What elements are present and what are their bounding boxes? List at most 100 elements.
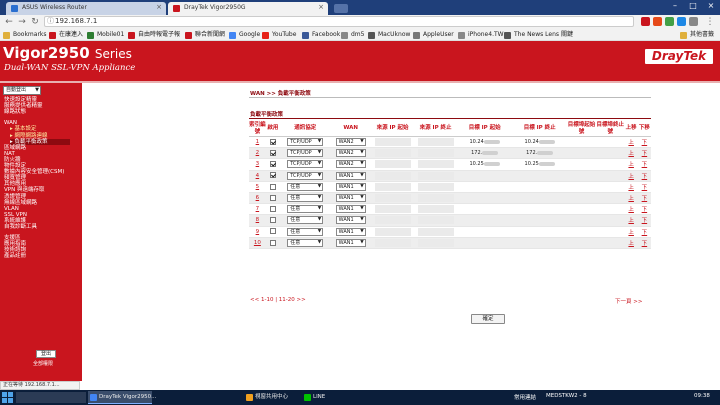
taskbar-task[interactable]: LINE [302, 391, 342, 404]
protocol-select[interactable]: 任意 ▼ [287, 194, 324, 203]
bookmark-item[interactable]: Bookmarks [3, 30, 47, 40]
enable-checkbox[interactable] [269, 194, 276, 201]
pager-links[interactable]: << 1-10 | 11-20 >> [250, 297, 306, 303]
bookmark-item[interactable]: YouTube [262, 30, 296, 40]
windows-start-icon[interactable] [2, 392, 13, 403]
protocol-select[interactable]: 任意 ▼ [287, 182, 324, 191]
enable-checkbox[interactable] [269, 217, 276, 224]
src-ip-end-field[interactable] [417, 238, 454, 247]
rule-index-link[interactable]: 2 [256, 150, 260, 156]
move-up-link[interactable]: 上 [628, 162, 634, 168]
move-up-link[interactable]: 上 [628, 140, 634, 146]
auto-logout-select[interactable]: 自動登出 ▼ [3, 86, 41, 95]
src-ip-end-field[interactable] [417, 138, 454, 147]
wan-select[interactable]: WAN1 ▼ [335, 238, 366, 247]
enable-checkbox[interactable] [269, 239, 276, 246]
bookmark-item[interactable]: iPhone4.TW [458, 30, 504, 40]
forward-arrow-icon[interactable]: → [16, 16, 28, 28]
extension-icon[interactable] [689, 17, 698, 26]
wan-select[interactable]: WAN1 ▼ [335, 227, 366, 236]
bookmark-item[interactable]: AppleUser [413, 30, 454, 40]
bookmark-item[interactable]: 自由時報電子報 [128, 30, 180, 40]
wan-select[interactable]: WAN2 ▼ [335, 149, 366, 158]
reload-icon[interactable]: ↻ [29, 16, 41, 28]
src-ip-start-field[interactable] [374, 238, 411, 247]
rule-index-link[interactable]: 3 [256, 161, 260, 167]
wan-select[interactable]: WAN2 ▼ [335, 138, 366, 147]
sidebar-menu-item[interactable]: 產品註冊 [4, 253, 26, 259]
wan-select[interactable]: WAN2 ▼ [335, 160, 366, 169]
rule-index-link[interactable]: 5 [256, 184, 260, 190]
src-ip-start-field[interactable] [374, 205, 411, 214]
bookmark-item[interactable]: dm5 [341, 30, 364, 40]
clock[interactable]: 09:38 [694, 393, 710, 399]
rule-index-link[interactable]: 9 [256, 229, 260, 235]
rule-index-link[interactable]: 8 [256, 217, 260, 223]
close-tab-icon[interactable]: × [318, 3, 324, 11]
close-tab-icon[interactable]: × [156, 3, 162, 11]
enable-checkbox[interactable] [269, 228, 276, 235]
src-ip-end-field[interactable] [417, 227, 454, 236]
src-ip-end-field[interactable] [417, 194, 454, 203]
protocol-select[interactable]: 任意 ▼ [287, 227, 324, 236]
protocol-select[interactable]: 任意 ▼ [287, 205, 324, 214]
maximize-icon[interactable]: □ [684, 0, 702, 12]
bookmark-item[interactable]: Facebook [302, 30, 340, 40]
wan-select[interactable]: WAN1 ▼ [335, 216, 366, 225]
extension-icon[interactable] [677, 17, 686, 26]
move-down-link[interactable]: 下 [642, 151, 648, 157]
move-up-link[interactable]: 上 [628, 196, 634, 202]
tray-item[interactable]: MEDSTKW2 - 8 [546, 393, 587, 399]
src-ip-start-field[interactable] [374, 182, 411, 191]
rule-index-link[interactable]: 4 [256, 173, 260, 179]
move-down-link[interactable]: 下 [642, 218, 648, 224]
next-page-link[interactable]: 下一頁 >> [615, 297, 642, 305]
move-up-link[interactable]: 上 [628, 185, 634, 191]
bookmark-item[interactable]: MacUknow [368, 30, 410, 40]
bookmark-item[interactable]: Mobile01 [87, 30, 124, 40]
src-ip-end-field[interactable] [417, 160, 454, 169]
move-down-link[interactable]: 下 [642, 140, 648, 146]
enable-checkbox[interactable] [269, 138, 276, 145]
protocol-select[interactable]: 任意 ▼ [287, 238, 324, 247]
protocol-select[interactable]: TCP/UDP ▼ [287, 160, 324, 169]
src-ip-start-field[interactable] [374, 227, 411, 236]
move-up-link[interactable]: 上 [628, 218, 634, 224]
enable-checkbox[interactable] [269, 161, 276, 168]
move-down-link[interactable]: 下 [642, 162, 648, 168]
move-up-link[interactable]: 上 [628, 241, 634, 247]
rule-index-link[interactable]: 7 [256, 206, 260, 212]
browser-tab-draytek[interactable]: DrayTek Vigor2950G × [168, 2, 328, 15]
protocol-select[interactable]: 任意 ▼ [287, 216, 324, 225]
taskbar-task[interactable]: DrayTek Vigor2950... [88, 391, 156, 404]
move-up-link[interactable]: 上 [628, 207, 634, 213]
move-up-link[interactable]: 上 [628, 174, 634, 180]
src-ip-start-field[interactable] [374, 216, 411, 225]
rule-index-link[interactable]: 6 [256, 195, 260, 201]
move-down-link[interactable]: 下 [642, 174, 648, 180]
move-up-link[interactable]: 上 [628, 151, 634, 157]
move-down-link[interactable]: 下 [642, 230, 648, 236]
logout-button[interactable]: 登出 [36, 350, 56, 358]
taskbar-task[interactable]: 視窗共用中心 [244, 391, 296, 404]
rule-index-link[interactable]: 1 [256, 139, 260, 145]
wan-select[interactable]: WAN1 ▼ [335, 205, 366, 214]
src-ip-start-field[interactable] [374, 171, 411, 180]
protocol-select[interactable]: TCP/UDP ▼ [287, 171, 324, 180]
bookmark-item[interactable]: 聯合新聞網 [185, 30, 225, 40]
src-ip-end-field[interactable] [417, 205, 454, 214]
src-ip-start-field[interactable] [374, 149, 411, 158]
minimize-icon[interactable]: – [666, 0, 684, 12]
wan-select[interactable]: WAN1 ▼ [335, 171, 366, 180]
sidebar-menu-item[interactable]: 自我診斷工具 [4, 224, 37, 230]
move-down-link[interactable]: 下 [642, 207, 648, 213]
menu-dots-icon[interactable]: ⋮ [704, 16, 716, 28]
extension-icon[interactable] [665, 17, 674, 26]
move-up-link[interactable]: 上 [628, 230, 634, 236]
wan-select[interactable]: WAN1 ▼ [335, 182, 366, 191]
info-icon[interactable]: ⓘ [47, 17, 54, 26]
protocol-select[interactable]: TCP/UDP ▼ [287, 138, 324, 147]
src-ip-start-field[interactable] [374, 160, 411, 169]
src-ip-end-field[interactable] [417, 171, 454, 180]
src-ip-end-field[interactable] [417, 149, 454, 158]
